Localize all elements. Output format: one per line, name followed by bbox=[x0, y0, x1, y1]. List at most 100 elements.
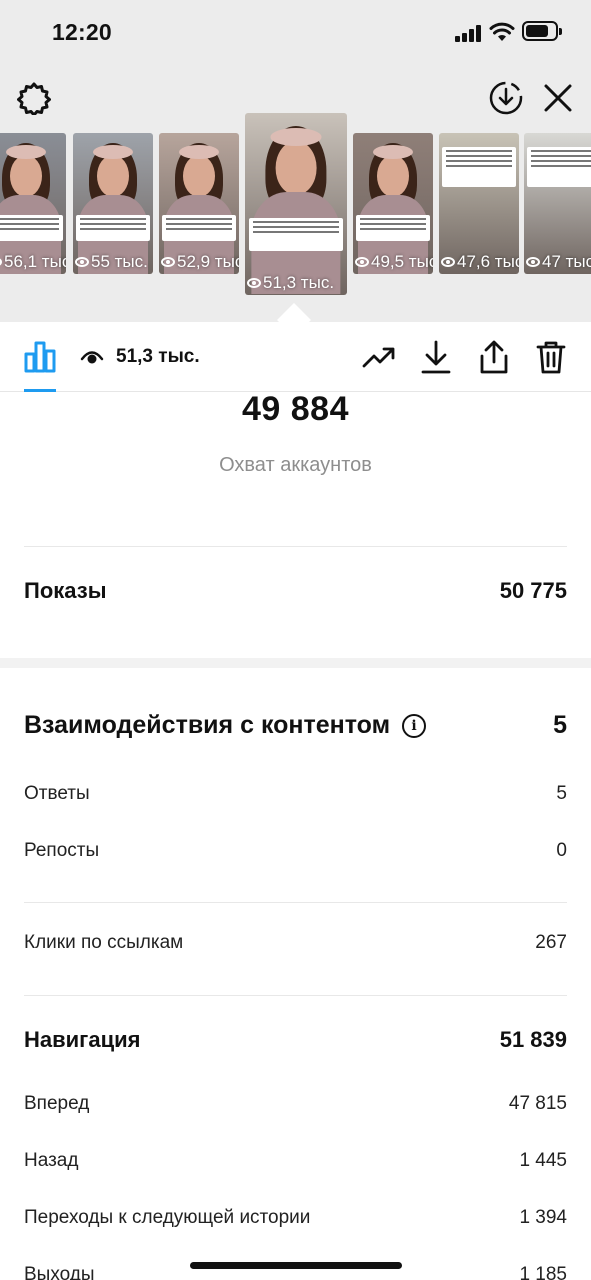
interactions-total: 5 bbox=[553, 711, 567, 739]
trending-icon bbox=[362, 347, 395, 368]
thumbnail-face bbox=[183, 155, 215, 197]
thumbnail-text-card bbox=[442, 147, 516, 187]
thumbnail-band bbox=[179, 145, 219, 159]
navigation-header: Навигация 51 839 bbox=[24, 1027, 567, 1053]
status-bar: 12:20 bbox=[0, 0, 591, 64]
thumbnail-views-count: 52,9 тыс. bbox=[177, 252, 239, 271]
divider bbox=[24, 902, 567, 903]
info-icon[interactable]: i bbox=[402, 713, 427, 738]
thumbnail-views: 47,6 тыс. bbox=[441, 252, 519, 272]
home-indicator bbox=[190, 1262, 402, 1269]
bar-chart-icon bbox=[24, 341, 56, 373]
share-icon bbox=[480, 340, 508, 374]
eye-icon bbox=[0, 257, 2, 267]
link-clicks-row: Клики по ссылкам 267 bbox=[24, 932, 567, 954]
story-thumbnail[interactable]: 49,5 тыс. bbox=[353, 133, 433, 274]
shares-value: 0 bbox=[556, 840, 567, 861]
interactions-title: Взаимодействия с контентом bbox=[24, 711, 391, 739]
close-button[interactable] bbox=[538, 78, 578, 118]
thumbnail-views-count: 47,6 тыс. bbox=[457, 252, 519, 271]
thumbnail-views-count: 56,1 тыс. bbox=[4, 252, 66, 271]
story-thumbnail[interactable]: 55 тыс. bbox=[73, 133, 153, 274]
thumbnail-image bbox=[245, 113, 347, 295]
story-thumbnail-selected[interactable]: 51,3 тыс. bbox=[245, 113, 347, 295]
thumbnail-text-card bbox=[76, 215, 150, 241]
interaction-row-replies: Ответы 5 bbox=[24, 783, 567, 805]
trash-icon bbox=[536, 341, 566, 374]
impressions-value: 50 775 bbox=[499, 578, 567, 603]
story-thumbnail[interactable]: 56,1 тыс. bbox=[0, 133, 66, 274]
thumbnail-views: 49,5 тыс. bbox=[355, 252, 433, 272]
thumbnail-text-card bbox=[527, 147, 591, 187]
share-button[interactable] bbox=[475, 338, 513, 376]
story-thumbnail[interactable]: 47,6 тыс. bbox=[439, 133, 519, 274]
divider bbox=[24, 995, 567, 996]
replies-value: 5 bbox=[556, 783, 567, 804]
eye-icon bbox=[247, 278, 261, 288]
thumbnail-text-card bbox=[249, 217, 343, 251]
thumbnail-face bbox=[10, 155, 42, 197]
download-circle-button[interactable] bbox=[486, 78, 526, 118]
thumbnail-face bbox=[275, 141, 317, 195]
tab-insights[interactable] bbox=[22, 338, 58, 374]
gear-icon bbox=[17, 82, 51, 115]
insights-panel: 51,3 тыс. 49 884 Охват аккаунтов Показы bbox=[0, 322, 591, 1280]
eye-icon bbox=[441, 257, 455, 267]
download-circle-icon bbox=[489, 81, 523, 115]
navigation-total: 51 839 bbox=[499, 1027, 567, 1052]
link-clicks-label: Клики по ссылкам bbox=[24, 932, 184, 953]
promote-button[interactable] bbox=[360, 338, 398, 376]
eye-icon bbox=[80, 351, 104, 364]
eye-icon bbox=[355, 257, 369, 267]
save-button[interactable] bbox=[417, 338, 455, 376]
impressions-label: Показы bbox=[24, 578, 107, 603]
thumbnail-band bbox=[6, 145, 46, 159]
navigation-title: Навигация bbox=[24, 1027, 141, 1052]
thumbnail-views: 55 тыс. bbox=[75, 252, 148, 272]
navigation-row-back: Назад 1 445 bbox=[24, 1150, 567, 1172]
thumbnail-views-count: 51,3 тыс. bbox=[263, 273, 335, 292]
shares-label: Репосты bbox=[24, 840, 100, 861]
story-thumbnail[interactable]: 47 тыс. bbox=[524, 133, 591, 274]
cellular-signal-icon bbox=[455, 24, 483, 42]
navigation-row-forward: Вперед 47 815 bbox=[24, 1093, 567, 1115]
thumbnail-views: 56,1 тыс. bbox=[0, 252, 66, 272]
story-thumbnail[interactable]: 52,9 тыс. bbox=[159, 133, 239, 274]
interaction-row-shares: Репосты 0 bbox=[24, 840, 567, 862]
thumbnail-text-card bbox=[0, 215, 63, 241]
reach-label: Охват аккаунтов bbox=[219, 454, 372, 476]
forward-value: 47 815 bbox=[508, 1093, 567, 1114]
next-story-value: 1 394 bbox=[519, 1207, 567, 1228]
settings-button[interactable] bbox=[14, 78, 54, 118]
status-time: 12:20 bbox=[52, 19, 112, 45]
views-count: 51,3 тыс. bbox=[116, 346, 200, 367]
navigation-row-next-story: Переходы к следующей истории 1 394 bbox=[24, 1207, 567, 1229]
delete-button[interactable] bbox=[532, 338, 570, 376]
thumbnail-face bbox=[377, 155, 409, 197]
story-thumbnail-strip[interactable]: 56,1 тыс. 55 тыс. 52,9 тыс. 51,3 тыс. 49,5 т… bbox=[0, 113, 591, 296]
thumbnail-text-card bbox=[356, 215, 430, 241]
tab-viewers[interactable]: 51,3 тыс. bbox=[80, 346, 200, 368]
reach-value: 49 884 bbox=[242, 390, 349, 428]
back-label: Назад bbox=[24, 1150, 79, 1171]
thumbnail-views: 47 тыс. bbox=[526, 252, 591, 272]
wifi-icon bbox=[489, 22, 515, 41]
thumbnail-views-count: 47 тыс. bbox=[542, 252, 591, 271]
thumbnail-views: 51,3 тыс. bbox=[247, 273, 334, 293]
close-icon bbox=[544, 84, 572, 112]
insights-tabbar: 51,3 тыс. bbox=[0, 322, 591, 392]
link-clicks-value: 267 bbox=[535, 932, 567, 953]
thumbnail-text-card bbox=[162, 215, 236, 241]
section-separator bbox=[0, 658, 591, 668]
forward-label: Вперед bbox=[24, 1093, 90, 1114]
thumbnail-face bbox=[97, 155, 129, 197]
exits-label: Выходы bbox=[24, 1264, 95, 1280]
thumbnail-views-count: 55 тыс. bbox=[91, 252, 148, 271]
eye-icon bbox=[526, 257, 540, 267]
battery-icon bbox=[522, 21, 562, 41]
eye-icon bbox=[161, 257, 175, 267]
thumbnail-band bbox=[93, 145, 133, 159]
download-icon bbox=[421, 340, 451, 374]
exits-value: 1 185 bbox=[519, 1264, 567, 1280]
story-header-area: 12:20 56,1 тыс. 55 тыс. 52,9 тыс. 51,3 тыс.… bbox=[0, 0, 591, 322]
